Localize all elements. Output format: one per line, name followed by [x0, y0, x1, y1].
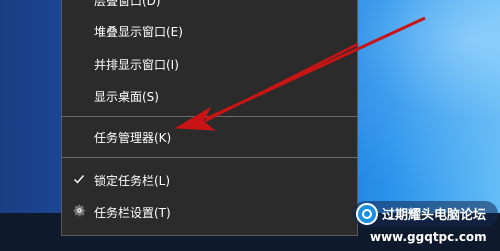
watermark-title: 过期耀头电脑论坛 [382, 208, 487, 223]
watermark-url: www.ggqtpc.com [370, 230, 487, 244]
watermark-logo-icon [356, 203, 378, 225]
site-watermark: 过期耀头电脑论坛 www.ggqtpc.com [352, 201, 498, 249]
